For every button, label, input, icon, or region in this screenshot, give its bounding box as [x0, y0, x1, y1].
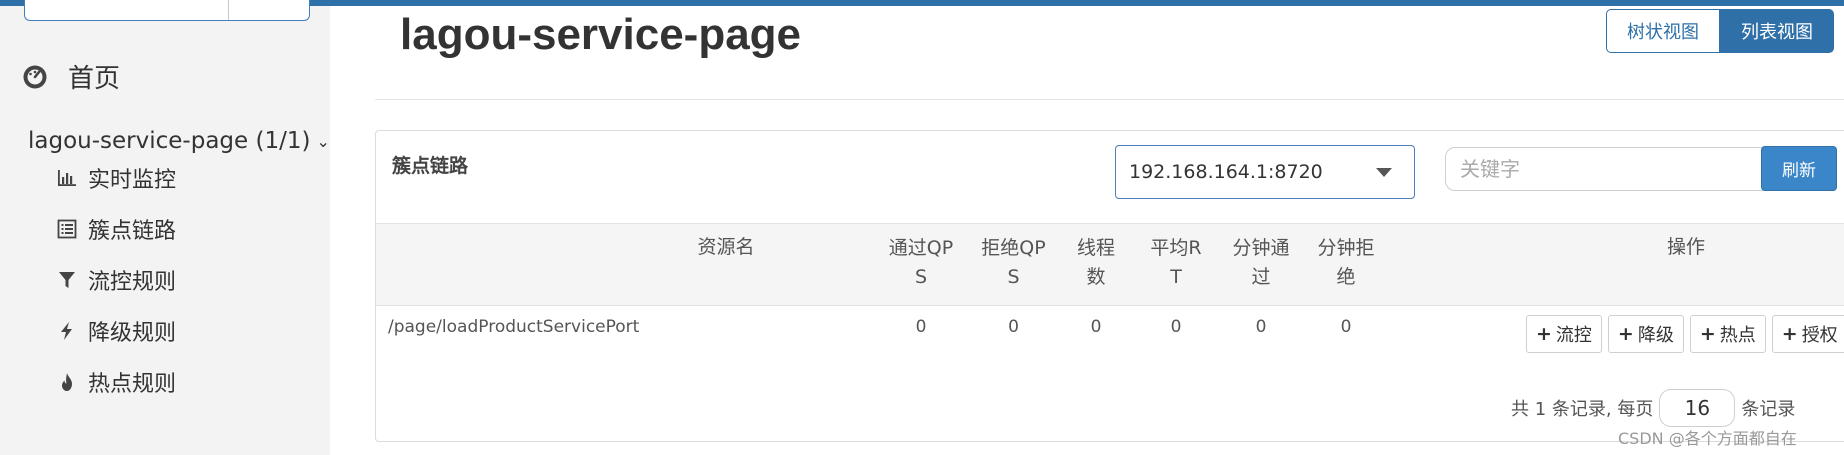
column-header-minute-pass: 分钟通 过: [1216, 234, 1306, 292]
sidebar-item-cluster-link[interactable]: 簇点链路: [56, 213, 176, 245]
cell-minute-block: 0: [1340, 317, 1352, 337]
column-header-actions: 操作: [1526, 233, 1844, 262]
plus-icon: +: [1781, 323, 1798, 345]
column-header-line: 资源名: [697, 236, 755, 258]
filter-icon: [59, 272, 75, 288]
list-view-button[interactable]: 列表视图: [1720, 9, 1834, 53]
plus-icon: +: [1699, 323, 1716, 345]
sidebar-item-realtime[interactable]: 实时监控: [56, 162, 176, 194]
sidebar-search-box[interactable]: [24, 0, 310, 21]
panel-title: 簇点链路: [392, 155, 469, 177]
refresh-button[interactable]: 刷新: [1761, 146, 1837, 191]
bar-chart-icon: [58, 170, 76, 186]
cluster-link-panel: 簇点链路 192.168.164.1:8720 刷新 资源名 通过QP S 拒绝…: [375, 130, 1844, 442]
degrade-button[interactable]: + 降级: [1607, 315, 1684, 353]
column-header-resource: 资源名: [576, 233, 876, 262]
column-header-block-qps: 拒绝QP S: [966, 234, 1061, 292]
cell-pass-qps: 0: [915, 317, 927, 337]
tree-view-button[interactable]: 树状视图: [1606, 9, 1720, 53]
column-header-line: 操作: [1666, 236, 1705, 258]
sidebar-item-degrade-rules[interactable]: 降级规则: [56, 315, 176, 347]
caret-down-icon: [1376, 168, 1392, 177]
sidebar-app-item[interactable]: lagou-service-page (1/1) ⌄: [28, 128, 330, 154]
sidebar-home-label: 首页: [68, 64, 121, 94]
column-header-line: 拒绝QP: [981, 237, 1046, 259]
bolt-icon: [61, 322, 72, 340]
search-divider: [228, 0, 229, 20]
view-toggle: 树状视图 列表视图: [1606, 9, 1834, 53]
sidebar-item-label: 降级规则: [88, 321, 177, 346]
sidebar-item-label: 流控规则: [88, 270, 177, 295]
plus-icon: +: [1536, 323, 1552, 345]
pager-suffix: 条记录: [1741, 399, 1796, 420]
sidebar-item-label: 实时监控: [88, 168, 177, 193]
column-header-line: S: [914, 266, 928, 288]
cell-threads: 0: [1090, 317, 1102, 337]
column-header-line: 通过QP: [888, 237, 954, 259]
sidebar-item-label: 簇点链路: [88, 219, 177, 244]
table-row: /page/loadProductServicePort 0 0 0 0 0 0…: [376, 305, 1844, 365]
cell-block-qps: 0: [1008, 317, 1019, 337]
dashboard-icon: [23, 65, 47, 88]
column-header-line: T: [1170, 266, 1182, 288]
column-header-line: 线程: [1076, 237, 1115, 259]
sidebar-item-hotspot-rules[interactable]: 热点规则: [56, 366, 176, 398]
column-header-line: 过: [1251, 266, 1271, 288]
action-label: 授权: [1801, 325, 1838, 346]
column-header-threads: 线程 数: [1061, 234, 1131, 292]
flow-control-button[interactable]: + 流控: [1526, 315, 1602, 353]
page-size-input[interactable]: 16: [1659, 389, 1736, 427]
chevron-down-icon: ⌄: [316, 131, 330, 151]
watermark: CSDN @各个方面都自在: [1618, 429, 1797, 448]
machine-select-value: 192.168.164.1:8720: [1129, 161, 1323, 183]
pager-prefix: 共 1 条记录, 每页: [1511, 399, 1654, 420]
column-header-avg-rt: 平均R T: [1131, 234, 1221, 292]
machine-select[interactable]: 192.168.164.1:8720: [1115, 145, 1415, 199]
action-label: 热点: [1719, 325, 1756, 346]
action-label: 流控: [1555, 325, 1592, 346]
sidebar-item-flow-rules[interactable]: 流控规则: [56, 264, 176, 296]
sidebar-app-count: (1/1): [255, 128, 311, 154]
authority-button[interactable]: + 授权: [1771, 315, 1844, 353]
header-divider: [375, 99, 1844, 100]
sidebar-item-label: 热点规则: [88, 372, 177, 397]
fire-icon: [62, 373, 72, 391]
column-header-line: S: [1007, 266, 1020, 288]
column-header-pass-qps: 通过QP S: [876, 234, 966, 292]
sidebar-item-home[interactable]: 首页: [22, 58, 120, 95]
column-header-line: 分钟通: [1232, 237, 1290, 259]
column-header-line: 分钟拒: [1317, 237, 1375, 259]
column-header-line: 绝: [1336, 266, 1356, 288]
cell-avg-rt: 0: [1170, 317, 1182, 337]
hotspot-button[interactable]: + 热点: [1689, 315, 1766, 353]
plus-icon: +: [1617, 323, 1634, 345]
keyword-input[interactable]: [1445, 147, 1771, 191]
list-icon: [57, 219, 77, 239]
cell-minute-pass: 0: [1255, 317, 1267, 337]
column-header-minute-block: 分钟拒 绝: [1301, 234, 1391, 292]
column-header-line: 数: [1086, 266, 1106, 288]
page-title: lagou-service-page: [400, 10, 802, 59]
row-actions: + 流控 + 降级 + 热点 + 授权: [1526, 315, 1844, 353]
sidebar-app-label: lagou-service-page: [28, 128, 249, 154]
table-header: 资源名 通过QP S 拒绝QP S 线程 数 平均R T 分钟通 过 分钟拒 绝…: [376, 223, 1844, 306]
sidebar: 首页 lagou-service-page (1/1) ⌄ 实时监控 簇点链路: [0, 0, 330, 455]
cell-resource: /page/loadProductServicePort: [388, 317, 640, 337]
action-label: 降级: [1637, 325, 1674, 346]
pagination: 共 1 条记录, 每页 16 条记录: [1511, 389, 1795, 427]
column-header-line: 平均R: [1150, 237, 1202, 259]
